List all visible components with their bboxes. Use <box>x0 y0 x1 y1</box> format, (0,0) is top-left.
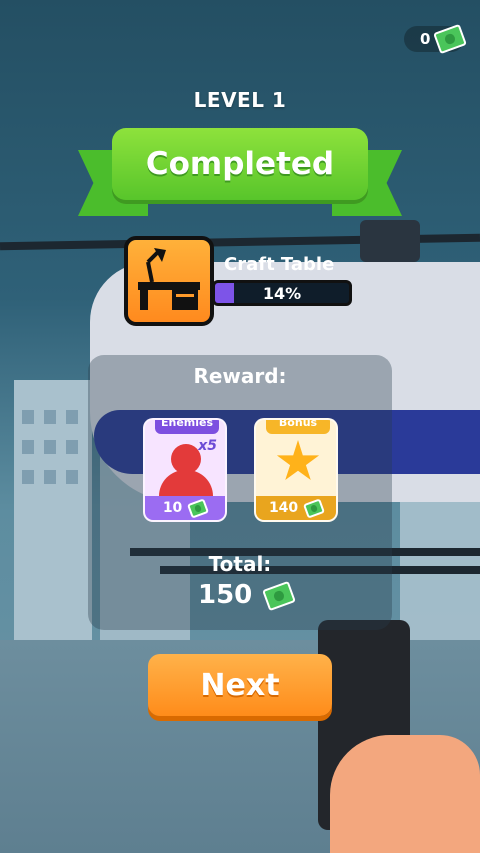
level-title: LEVEL 1 <box>193 88 287 112</box>
enemies-multiplier: x5 <box>198 438 217 454</box>
progress-text: 14% <box>262 284 302 303</box>
total-label: Total: <box>208 552 272 576</box>
desk-lamp-icon <box>138 248 200 310</box>
total-value: 150 <box>198 580 253 610</box>
money-counter: 0 <box>404 23 467 55</box>
next-button[interactable]: Next <box>148 654 332 716</box>
cash-icon <box>303 497 326 519</box>
star-icon <box>276 440 320 481</box>
bonus-reward-card: Bonus 140 <box>254 418 338 522</box>
cash-icon <box>262 580 297 611</box>
completed-banner: Completed <box>112 128 368 200</box>
unlock-progress-bar: 14% <box>212 280 352 306</box>
level-complete-overlay: 0 LEVEL 1 Completed Craft Table 14% Rewa… <box>0 0 480 853</box>
unlock-item-name: Craft Table <box>224 254 335 275</box>
bonus-amount-row: 140 <box>256 496 336 520</box>
cash-icon <box>187 497 210 519</box>
enemies-amount-row: 10 <box>145 496 225 520</box>
enemies-reward-card: Enemies x5 10 <box>143 418 227 522</box>
total-row: 150 <box>198 580 297 611</box>
enemies-tag: Enemies <box>155 420 219 434</box>
bonus-amount: 140 <box>268 500 299 516</box>
enemies-amount: 10 <box>162 500 183 516</box>
bonus-tag: Bonus <box>266 420 330 434</box>
cash-icon <box>433 23 467 55</box>
money-value: 0 <box>420 30 431 48</box>
craft-table-icon <box>124 236 214 326</box>
reward-label: Reward: <box>193 364 287 388</box>
